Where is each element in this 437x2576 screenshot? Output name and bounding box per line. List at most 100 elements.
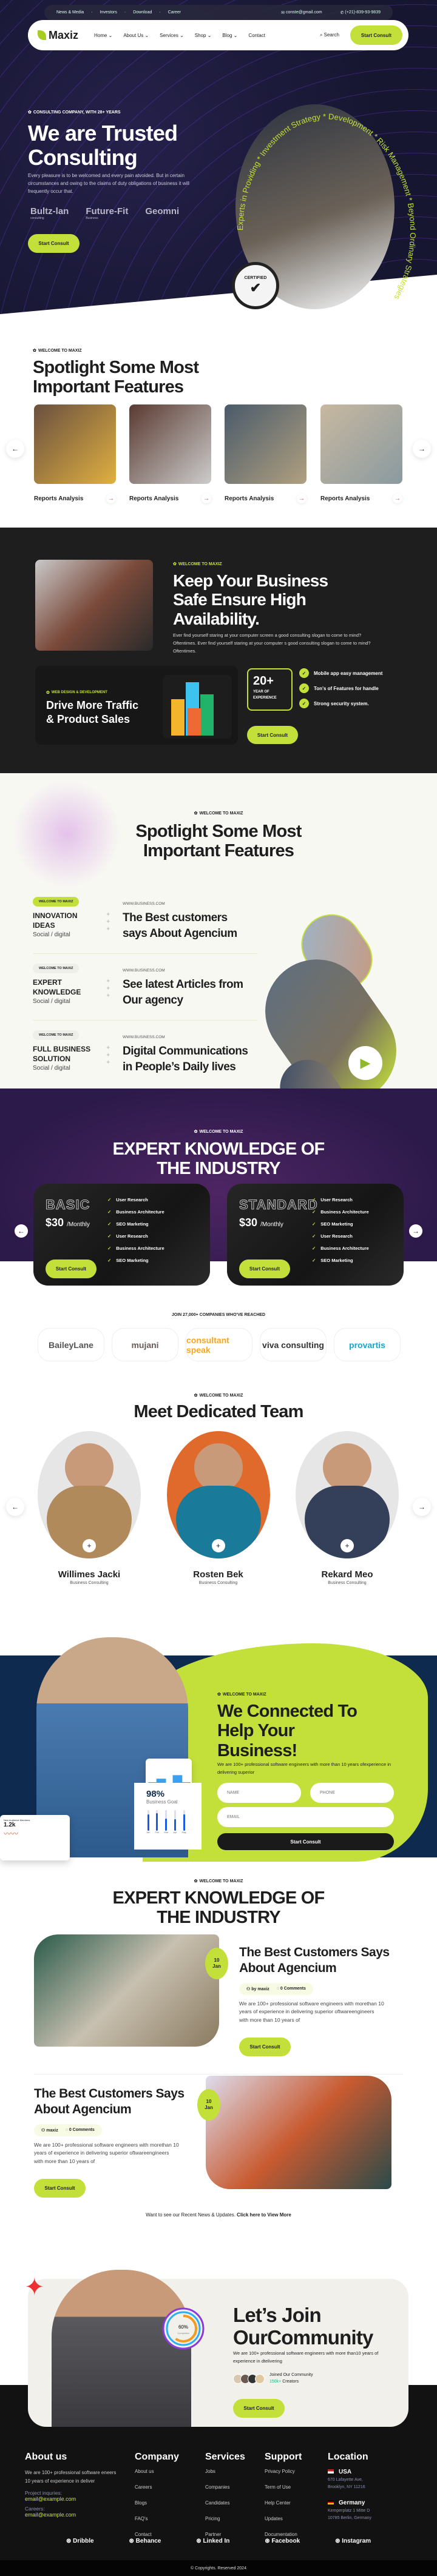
footer-link[interactable]: FAQ's	[135, 2511, 179, 2527]
name-input[interactable]	[217, 1783, 301, 1803]
footer-link[interactable]: Updates	[265, 2511, 302, 2527]
hero-start-consult-button[interactable]: Start Consult	[28, 234, 80, 253]
contact-text: We are 100+ professional software engine…	[217, 1762, 391, 1775]
business-start-consult-button[interactable]: Start Consult	[247, 726, 298, 744]
post-start-consult-button[interactable]: Start Consult	[239, 2038, 291, 2057]
footer-link[interactable]: Companies	[205, 2480, 245, 2495]
feature-card[interactable]: Reports Analysis →	[225, 404, 307, 503]
footer-about: About us We are 100+ professional softwa…	[25, 2452, 122, 2518]
footer-link[interactable]: Term of Use	[265, 2480, 302, 2495]
arrow-right-icon[interactable]: →	[106, 494, 116, 503]
spotlight-row[interactable]: WELCOME TO MAXIZ FULL BUSINESS SOLUTION S…	[33, 1028, 257, 1082]
footer-link[interactable]: About us	[135, 2464, 179, 2480]
top-link[interactable]: News & Media	[56, 10, 84, 15]
prev-arrow-button[interactable]: ←	[15, 1224, 28, 1238]
features-section: WELCOME TO MAXIZ Spotlight Some MostImpo…	[0, 340, 437, 528]
joined-label: Joined Our Community	[269, 2373, 313, 2377]
join-start-consult-button[interactable]: Start Consult	[233, 2399, 285, 2418]
footer-link[interactable]: Privacy Policy	[265, 2464, 302, 2480]
plus-icon[interactable]: +	[83, 1539, 96, 1552]
post-title[interactable]: The Best Customers Says	[239, 1945, 390, 1961]
search-label: Search	[324, 32, 339, 38]
top-email[interactable]: conste@gmail.com	[286, 10, 322, 15]
prev-arrow-button[interactable]: ←	[6, 1498, 24, 1516]
play-video-button[interactable]: ▶	[348, 1046, 382, 1080]
bar-orange	[188, 708, 201, 736]
check-icon: ✔	[249, 280, 262, 295]
company-logo: provartis	[334, 1328, 401, 1361]
plan-start-consult-button[interactable]: Start Consult	[46, 1259, 97, 1278]
section-tag: WELCOME TO MAXIZ	[0, 1879, 437, 1883]
footer-link[interactable]: Pricing	[205, 2511, 245, 2527]
nav-item[interactable]: Shop ⌄	[195, 33, 212, 38]
feature-card[interactable]: Reports Analysis →	[129, 404, 211, 503]
team-member[interactable]: + Willimes Jacki Business Consulting	[38, 1431, 141, 1585]
team-member[interactable]: + Rekard Meo Business Consulting	[296, 1431, 399, 1585]
post-comments[interactable]: 0 Comments	[69, 2128, 95, 2132]
footer-link[interactable]: Help Center	[265, 2495, 302, 2511]
feature-label: Reports Analysis	[225, 495, 274, 502]
footer-link[interactable]: Blogs	[135, 2495, 179, 2511]
next-arrow-button[interactable]: →	[409, 1224, 422, 1238]
post-comments[interactable]: 0 Comments	[280, 1987, 306, 1991]
company-logo: BaileyLane	[38, 1328, 104, 1361]
footer-link[interactable]: Jobs	[205, 2464, 245, 2480]
social-link[interactable]: ⊛ Dribble	[66, 2538, 94, 2544]
footer-column: Support Privacy Policy Term of Use Help Cen…	[265, 2452, 302, 2543]
nav-item[interactable]: Services ⌄	[160, 33, 184, 38]
address-line: 670 Lafayette Ave,	[328, 2478, 363, 2482]
hero-text: Every pleasure is to be welcomed and eve…	[28, 173, 189, 194]
sparkle-icon: ✦	[24, 2274, 45, 2301]
feature-label: Reports Analysis	[34, 495, 84, 502]
careers-email[interactable]: email@example.com	[25, 2512, 122, 2518]
spotlight-row[interactable]: WELCOME TO MAXIZ INNOVATION IDEAS Social …	[33, 894, 257, 954]
top-link[interactable]: Download	[133, 10, 152, 15]
social-link[interactable]: ⊛ Linked In	[196, 2538, 229, 2544]
feature-card[interactable]: Reports Analysis →	[34, 404, 116, 503]
plan-price: $30	[239, 1216, 258, 1229]
post-title[interactable]: The Best Customers Says	[34, 2086, 185, 2102]
post-title[interactable]: About Agencium	[34, 2102, 185, 2118]
search-button[interactable]: ⌕ Search	[320, 32, 339, 38]
nav-item[interactable]: Contact	[248, 33, 265, 38]
top-link[interactable]: Career	[168, 10, 181, 15]
inquiries-email[interactable]: email@example.com	[25, 2496, 122, 2502]
phone-input[interactable]	[310, 1783, 394, 1803]
arrow-right-icon[interactable]: →	[202, 494, 211, 503]
plus-icon[interactable]: +	[340, 1539, 354, 1552]
social-link[interactable]: ⊛ Instagram	[335, 2538, 371, 2544]
main-nav: Maxiz Home ⌄ About Us ⌄ Services ⌄ Shop ⌄ Bl…	[28, 20, 408, 50]
brand-logo[interactable]: Maxiz	[38, 29, 78, 42]
post-start-consult-button[interactable]: Start Consult	[34, 2179, 86, 2198]
company-name: mujani	[131, 1340, 159, 1350]
nav-start-consult-button[interactable]: Start Consult	[350, 25, 402, 45]
title-line: Business!	[217, 1740, 297, 1760]
plan-start-consult-button[interactable]: Start Consult	[239, 1259, 290, 1278]
nav-item[interactable]: About Us ⌄	[123, 33, 149, 38]
top-phone[interactable]: (+21)-839-93-9839	[345, 10, 381, 15]
nav-label: Shop	[194, 32, 206, 38]
feature-card[interactable]: Reports Analysis →	[320, 404, 402, 503]
prev-arrow-button[interactable]: ←	[6, 440, 24, 458]
contact-submit-button[interactable]: Start Consult	[217, 1833, 394, 1850]
next-arrow-button[interactable]: →	[413, 1498, 431, 1516]
social-link[interactable]: ⊛ Facebook	[265, 2538, 300, 2544]
company-name: consultant speak	[186, 1335, 229, 1355]
footer-link[interactable]: Candidates	[205, 2495, 245, 2511]
top-link[interactable]: Investors	[100, 10, 117, 15]
plus-icon[interactable]: +	[211, 1539, 225, 1552]
post-title[interactable]: About Agencium	[239, 1961, 390, 1976]
next-arrow-button[interactable]: →	[413, 440, 431, 458]
feature-label: Reports Analysis	[129, 495, 179, 502]
spotlight-row[interactable]: WELCOME TO MAXIZ EXPERT KNOWLEDGE Social …	[33, 961, 257, 1021]
email-input[interactable]	[217, 1807, 394, 1827]
nav-item[interactable]: Blog ⌄	[222, 33, 237, 38]
team-member[interactable]: + Rosten Bek Business Consulting	[166, 1431, 270, 1585]
view-more-link[interactable]: Click here to View More	[237, 2212, 291, 2218]
nav-item[interactable]: Home ⌄	[94, 33, 112, 38]
social-link[interactable]: ⊛ Behance	[129, 2538, 161, 2544]
arrow-right-icon[interactable]: →	[393, 494, 402, 503]
audience-widget: New Audience Members 1.2k 〰〰	[0, 1815, 70, 1860]
arrow-right-icon[interactable]: →	[297, 494, 307, 503]
footer-link[interactable]: Careers	[135, 2480, 179, 2495]
